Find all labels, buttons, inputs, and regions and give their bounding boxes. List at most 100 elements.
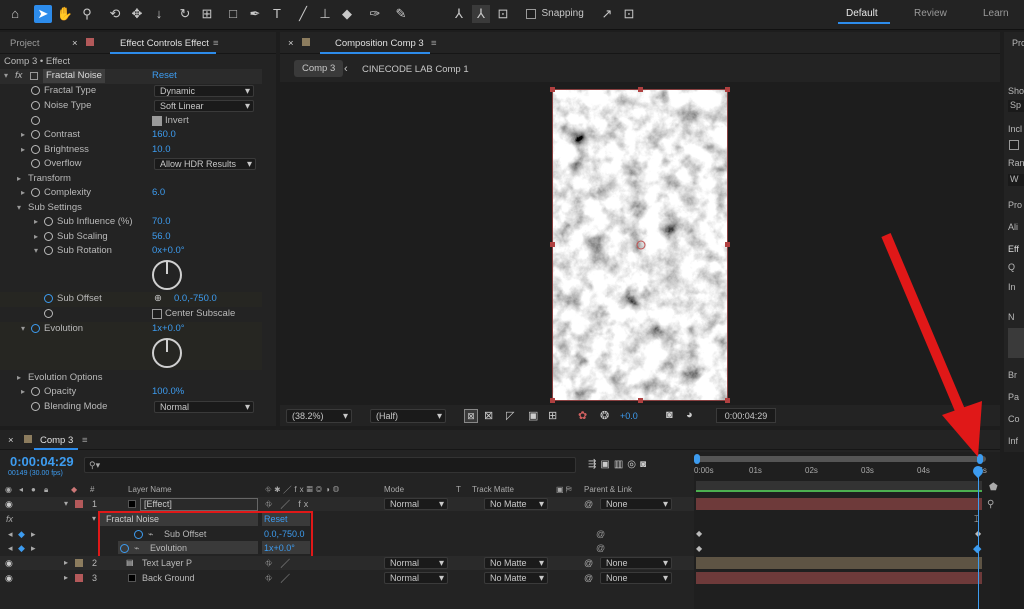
- overflow-dropdown[interactable]: Allow HDR Results: [154, 158, 256, 170]
- mask-path-icon[interactable]: ◸: [506, 409, 514, 422]
- stopwatch-icon[interactable]: [44, 246, 53, 255]
- effect-toggle-icon[interactable]: [30, 72, 38, 80]
- panel-label[interactable]: In: [1008, 282, 1016, 292]
- effect-reset-link[interactable]: Reset: [152, 69, 177, 83]
- track-matte-dropdown[interactable]: No Matte: [484, 557, 548, 569]
- eye-icon[interactable]: ◉: [5, 571, 13, 585]
- dolly-camera-icon[interactable]: ↓: [150, 5, 168, 23]
- channels-icon[interactable]: ✿: [578, 409, 587, 422]
- chevron-down-icon[interactable]: ▾: [64, 497, 68, 511]
- eraser-icon[interactable]: ◆: [338, 5, 356, 23]
- sub-rotation-dial[interactable]: [152, 260, 182, 290]
- stopwatch-icon[interactable]: [44, 217, 53, 226]
- snapping-toggle[interactable]: Snapping: [526, 8, 584, 19]
- panel-search[interactable]: Q: [1008, 262, 1015, 272]
- eye-icon[interactable]: ◉: [5, 483, 12, 497]
- layer-switches[interactable]: ⛗ ╱: [265, 571, 293, 585]
- tab-composition[interactable]: Composition Comp 3: [335, 38, 424, 49]
- snap-edge-icon[interactable]: ↗: [598, 5, 616, 23]
- rotate-tool-icon[interactable]: ↻: [176, 5, 194, 23]
- close-icon[interactable]: ×: [72, 38, 78, 49]
- panel-label[interactable]: Eff: [1008, 244, 1019, 254]
- timeline-search-input[interactable]: ⚲▾: [84, 457, 576, 473]
- bounding-handle[interactable]: [638, 87, 643, 92]
- keyframe-icon[interactable]: ◆: [696, 544, 702, 553]
- layer-bar-effect[interactable]: [696, 498, 982, 510]
- type-tool-icon[interactable]: T: [268, 5, 286, 23]
- grid-icon[interactable]: ⊞: [548, 409, 557, 422]
- track-matte-dropdown[interactable]: No Matte: [484, 498, 548, 510]
- track-matte-dropdown[interactable]: No Matte: [484, 572, 548, 584]
- current-timecode[interactable]: 0:00:04:29: [10, 454, 74, 469]
- pick-whip-icon[interactable]: @: [584, 556, 593, 570]
- keyframe-nav-right[interactable]: ▸: [31, 527, 36, 541]
- home-icon[interactable]: ⌂: [6, 5, 24, 23]
- center-subscale-checkbox[interactable]: [152, 309, 162, 319]
- work-area-start-handle[interactable]: [694, 454, 700, 464]
- noise-type-dropdown[interactable]: Soft Linear: [154, 100, 254, 112]
- layer-row-background[interactable]: ◉ ▸ 3 Back Ground ⛗ ╱ Normal No Matte @ …: [0, 571, 694, 585]
- orbit-camera-icon[interactable]: ⟲: [106, 5, 124, 23]
- panel-menu-icon[interactable]: ≡: [213, 38, 219, 49]
- region-of-interest-icon[interactable]: ▣: [528, 409, 538, 422]
- lock-icon[interactable]: 🔒︎: [44, 483, 48, 497]
- axis-view-icon[interactable]: ⊡: [494, 5, 512, 23]
- time-graph[interactable]: 0:00s 01s 02s 03s 04s 05s ◆ ◆ ◆ ◆ ⌶ ⬟ ⚲: [694, 452, 1000, 609]
- pick-whip-icon[interactable]: @: [584, 571, 593, 585]
- stopwatch-icon[interactable]: [31, 86, 40, 95]
- column-parent[interactable]: Parent & Link: [584, 483, 632, 497]
- panel-label[interactable]: N: [1008, 312, 1015, 322]
- layer-row-text[interactable]: ◉ ▸ 2 ▤ Text Layer P ⛗ ╱ Normal No Matte…: [0, 556, 694, 570]
- fx-icon[interactable]: fx: [6, 512, 13, 526]
- layer-label-color[interactable]: [75, 500, 83, 508]
- layer-label-color[interactable]: [75, 574, 83, 582]
- tab-project[interactable]: Project: [10, 38, 40, 49]
- bounding-handle[interactable]: [550, 398, 555, 403]
- pan-camera-icon[interactable]: ✥: [128, 5, 146, 23]
- layer-name[interactable]: Text Layer P: [142, 556, 192, 570]
- stopwatch-icon[interactable]: [44, 294, 53, 303]
- expression-icon[interactable]: @: [596, 527, 605, 541]
- chevron-right-icon[interactable]: ▸: [64, 571, 68, 585]
- brush-tool-icon[interactable]: ╱: [294, 5, 312, 23]
- tab-timeline-comp[interactable]: Comp 3: [40, 435, 73, 446]
- bounding-handle[interactable]: [550, 242, 555, 247]
- keyframe-nav-left[interactable]: ◂: [8, 527, 13, 541]
- layer-mode-dropdown[interactable]: Normal: [384, 572, 448, 584]
- opacity-value[interactable]: 100.0%: [152, 385, 184, 399]
- panel-menu-icon[interactable]: ≡: [431, 38, 437, 49]
- parent-dropdown[interactable]: None: [600, 498, 672, 510]
- evolution-dial[interactable]: [152, 338, 182, 368]
- keyframe-toggle[interactable]: ◆: [18, 527, 25, 541]
- transparency-grid-icon[interactable]: ⊠: [484, 409, 493, 422]
- timeline-switch-icons[interactable]: ⇶▣▥◎◙: [588, 459, 650, 470]
- crosshair-icon[interactable]: ⊕: [154, 292, 162, 306]
- sub-rotation-value[interactable]: 0x+0.0°: [152, 244, 185, 258]
- layer-switches[interactable]: ⛗ ╱: [265, 556, 293, 570]
- panel-label[interactable]: Pro: [1012, 38, 1024, 48]
- stopwatch-icon[interactable]: [31, 116, 40, 125]
- sub-scaling-value[interactable]: 56.0: [152, 230, 171, 244]
- eye-icon[interactable]: ◉: [5, 556, 13, 570]
- fast-preview-icon[interactable]: ⊠: [464, 409, 478, 423]
- stopwatch-icon[interactable]: [31, 387, 40, 396]
- panel-checkbox[interactable]: [1009, 140, 1019, 150]
- fractal-type-dropdown[interactable]: Dynamic: [154, 85, 254, 97]
- resolution-dropdown[interactable]: (Half): [370, 409, 446, 423]
- clone-stamp-icon[interactable]: ⊥: [316, 5, 334, 23]
- panel-label[interactable]: Inf: [1008, 436, 1018, 446]
- chevron-down-icon[interactable]: ▾: [92, 512, 96, 526]
- audio-icon[interactable]: ◂: [19, 483, 23, 497]
- stopwatch-icon[interactable]: [31, 101, 40, 110]
- time-ruler[interactable]: 0:00s 01s 02s 03s 04s 05s: [694, 466, 987, 479]
- close-icon[interactable]: ×: [8, 435, 14, 446]
- evolution-value[interactable]: 1x+0.0°: [152, 322, 185, 336]
- complexity-value[interactable]: 6.0: [152, 186, 165, 200]
- stopwatch-icon[interactable]: [31, 130, 40, 139]
- effect-name[interactable]: Fractal Noise: [43, 69, 105, 83]
- label-tag-icon[interactable]: ◆: [71, 483, 77, 497]
- keyframe-nav-left[interactable]: ◂: [8, 541, 13, 555]
- bounding-handle[interactable]: [725, 87, 730, 92]
- layer-mode-dropdown[interactable]: Normal: [384, 557, 448, 569]
- blending-mode-dropdown[interactable]: Normal: [154, 401, 254, 413]
